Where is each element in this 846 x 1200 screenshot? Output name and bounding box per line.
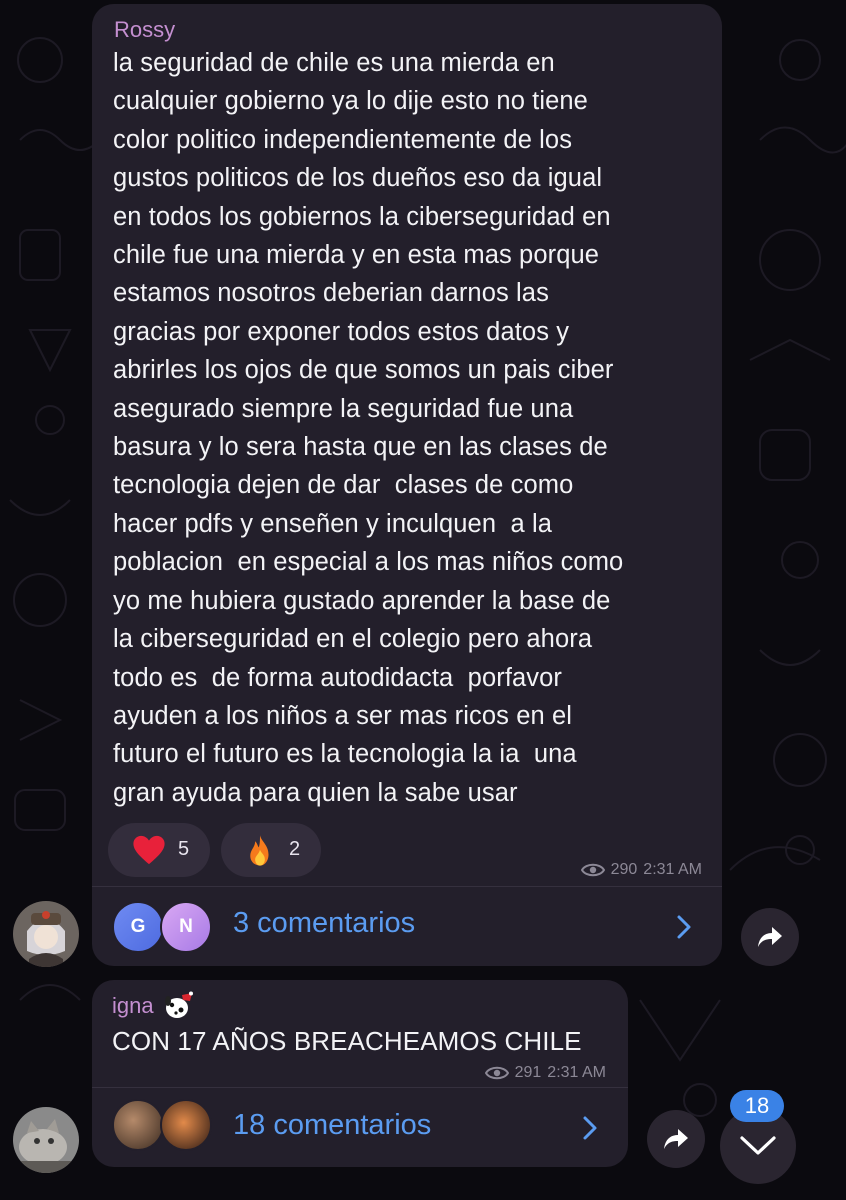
reaction-fire[interactable]: 2 bbox=[221, 823, 321, 877]
message-line: abrirles los ojos de que somos un pais c… bbox=[113, 356, 614, 385]
dalmatian-emoji-icon bbox=[164, 991, 193, 1018]
message-line: gran ayuda para quien la sabe usar bbox=[113, 778, 518, 807]
cat-avatar-image bbox=[13, 1107, 79, 1173]
reaction-heart[interactable]: 5 bbox=[108, 823, 210, 877]
heart-icon bbox=[133, 835, 165, 865]
comments-row[interactable]: G N 3 comentarios bbox=[92, 887, 722, 966]
share-arrow-icon bbox=[758, 927, 782, 947]
share-button[interactable] bbox=[741, 908, 799, 966]
chevron-right-icon bbox=[677, 915, 691, 939]
comments-row[interactable]: 18 comentarios bbox=[92, 1088, 628, 1167]
anime-avatar-image bbox=[13, 901, 79, 967]
commenter-avatar-photo bbox=[112, 1099, 164, 1151]
channel-post-rossy[interactable]: Rossy la seguridad de chile es una mierd… bbox=[92, 4, 722, 966]
post-time: 2:31 AM bbox=[547, 1064, 606, 1081]
post-meta: 291 2:31 AM bbox=[484, 1064, 606, 1082]
message-line: la seguridad de chile es una mierda en bbox=[113, 49, 555, 77]
comments-label[interactable]: 3 comentarios bbox=[233, 907, 415, 940]
reaction-count: 5 bbox=[178, 838, 190, 860]
sender-name[interactable]: igna bbox=[112, 993, 154, 1019]
commenter-avatar: N bbox=[160, 901, 212, 953]
share-button[interactable] bbox=[647, 1110, 705, 1168]
sender-row[interactable]: igna bbox=[112, 991, 196, 1021]
message-line: gustos politicos de los dueños eso da ig… bbox=[113, 164, 603, 193]
chevron-down-icon bbox=[740, 1136, 776, 1155]
commenter-avatar: G bbox=[112, 901, 164, 953]
message-line: basura y lo sera hasta que en las clases… bbox=[113, 433, 608, 462]
fire-icon bbox=[250, 835, 269, 866]
message-line: asegurado siempre la seguridad fue una bbox=[113, 394, 574, 423]
reaction-count: 2 bbox=[289, 838, 301, 860]
message-line: la ciberseguridad en el colegio pero aho… bbox=[113, 625, 593, 654]
unread-count-badge: 18 bbox=[730, 1090, 784, 1122]
comments-label[interactable]: 18 comentarios bbox=[233, 1109, 431, 1142]
post-time: 2:31 AM bbox=[643, 861, 702, 878]
message-line: cualquier gobierno ya lo dije esto no ti… bbox=[113, 87, 588, 116]
views-eye-icon bbox=[484, 1066, 509, 1080]
avatar[interactable] bbox=[13, 901, 79, 967]
message-line: futuro el futuro es la tecnologia la ia … bbox=[113, 740, 577, 769]
message-line: ayuden a los niños a ser mas ricos en el bbox=[113, 701, 572, 730]
message-line: tecnologia dejen de dar clases de como bbox=[113, 471, 574, 500]
message-line: todo es de forma autodidacta porfavor bbox=[113, 663, 563, 692]
view-count: 290 bbox=[610, 861, 638, 878]
message-line: gracias por exponer todos estos datos y bbox=[113, 317, 570, 346]
sender-name[interactable]: Rossy bbox=[114, 17, 175, 43]
avatar[interactable] bbox=[13, 1107, 79, 1173]
message-line: chile fue una mierda y en esta mas porqu… bbox=[113, 241, 600, 270]
message-line: estamos nosotros deberian darnos las bbox=[113, 279, 549, 308]
post-meta: 290 2:31 AM bbox=[580, 861, 702, 879]
commenter-avatar-photo bbox=[160, 1099, 212, 1151]
message-line: yo me hubiera gustado aprender la base d… bbox=[113, 586, 611, 615]
channel-post-igna[interactable]: igna CON 17 AÑOS BREACHEAMOS CHILE 291 2… bbox=[92, 980, 628, 1167]
view-count: 291 bbox=[514, 1064, 542, 1081]
views-eye-icon bbox=[580, 863, 605, 877]
message-text: la seguridad de chile es una mierda en cu… bbox=[113, 44, 713, 812]
message-line: color politico independientemente de los bbox=[113, 125, 573, 154]
message-line: poblacion en especial a los mas niños co… bbox=[113, 548, 624, 577]
share-arrow-icon bbox=[664, 1129, 688, 1149]
message-line: en todos los gobiernos la ciberseguridad… bbox=[113, 202, 611, 231]
chevron-right-icon bbox=[583, 1116, 597, 1140]
message-text: CON 17 AÑOS BREACHEAMOS CHILE bbox=[112, 1026, 582, 1056]
message-line: hacer pdfs y enseñen y inculquen a la bbox=[113, 509, 553, 538]
